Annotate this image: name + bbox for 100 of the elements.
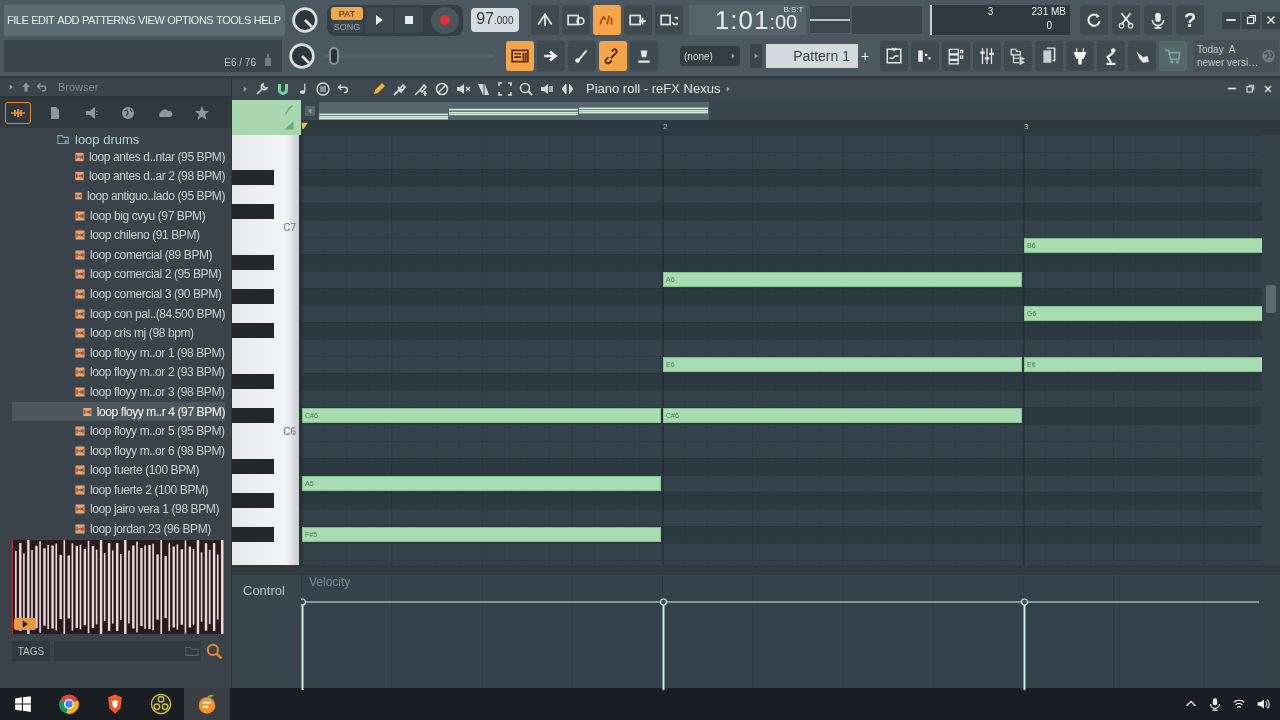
menu-icon[interactable] <box>315 80 331 97</box>
master-pitch-slider[interactable] <box>324 47 494 65</box>
waveform-tab[interactable] <box>5 102 31 124</box>
undo-history-button[interactable] <box>1080 5 1108 35</box>
scissors-button[interactable] <box>1112 5 1140 35</box>
link-button[interactable] <box>599 41 627 71</box>
browser-item[interactable]: loop comercial 3 (90 BPM) <box>12 284 225 304</box>
sharp-key[interactable] <box>232 203 274 219</box>
folder-name[interactable]: loop drums <box>75 132 140 147</box>
volume-knob[interactable] <box>291 6 319 34</box>
arrow-button[interactable] <box>537 41 565 71</box>
playlist-button[interactable] <box>880 41 908 71</box>
sharp-key[interactable] <box>232 288 274 304</box>
caret-icon[interactable] <box>305 105 315 116</box>
browser-item[interactable]: loop comercial (89 BPM) <box>12 244 225 265</box>
plugin-button[interactable] <box>1066 41 1094 71</box>
sharp-key[interactable] <box>232 373 274 389</box>
stop-button[interactable] <box>394 6 423 34</box>
browser-item[interactable]: loop floyy m..or 1 (98 BPM) <box>12 342 225 363</box>
piano-keyboard[interactable]: C7 C6 <box>232 134 301 565</box>
menu-item[interactable]: ADD <box>57 14 80 26</box>
browser-item[interactable]: loop jairo vera 1 (98 BPM) <box>12 499 225 520</box>
tags-button[interactable]: TAGS <box>12 641 50 661</box>
mode-toggle[interactable]: SONG <box>330 20 363 33</box>
browser-item[interactable]: loop floyy m..or 3 (98 BPM) <box>12 382 225 402</box>
pitch-knob[interactable] <box>288 42 316 70</box>
mode-toggle[interactable]: PAT <box>330 7 363 20</box>
piano-roll-button[interactable] <box>911 41 939 71</box>
close-button[interactable] <box>1262 11 1280 29</box>
sharp-key[interactable] <box>232 526 274 542</box>
menu-item[interactable]: FILE <box>7 14 29 26</box>
tempo-display[interactable]: 97.000 <box>470 8 519 32</box>
play-button[interactable] <box>364 6 393 34</box>
metronome-button[interactable] <box>530 5 559 35</box>
browser-item[interactable]: loop big cvyu (97 BPM) <box>12 205 225 226</box>
speaker-icon[interactable] <box>1256 697 1270 711</box>
scroll-thumb[interactable] <box>1266 284 1276 313</box>
browser-item[interactable]: loop chileno (91 BPM) <box>12 225 225 245</box>
wrench-icon[interactable] <box>254 80 270 97</box>
sharp-key[interactable] <box>232 169 274 185</box>
mixer-button[interactable] <box>973 41 1001 71</box>
preview-play-button[interactable] <box>14 618 36 630</box>
browser-item[interactable]: loop cris mj (98 bpm) <box>12 323 225 343</box>
news-panel[interactable]: Today A newer versi… <box>1193 40 1279 72</box>
note-button[interactable] <box>568 41 596 71</box>
loop-record-button[interactable] <box>654 5 683 35</box>
browser-item[interactable]: loop fuerte (100 BPM) <box>12 460 225 481</box>
back-arrow-icon[interactable] <box>36 81 48 93</box>
sharp-key[interactable] <box>232 322 274 338</box>
browser-item[interactable]: loop antiguo..lado (95 BPM) <box>12 186 225 206</box>
menu-item[interactable]: HELP <box>253 14 281 26</box>
sharp-key[interactable] <box>232 458 274 474</box>
wait-button[interactable] <box>561 5 590 35</box>
up-arrow-icon[interactable] <box>20 81 32 93</box>
zoom-icon[interactable] <box>518 80 534 97</box>
stamp-button[interactable] <box>630 41 658 71</box>
sharp-key[interactable] <box>232 407 274 423</box>
menu-item[interactable]: TOOLS <box>216 14 251 26</box>
select-icon[interactable] <box>497 80 513 97</box>
delete-icon[interactable] <box>434 80 450 97</box>
browser-item[interactable]: loop floyy m..or 2 (93 BPM) <box>12 362 225 383</box>
pencil-icon[interactable] <box>371 80 387 97</box>
restore-button[interactable] <box>1242 11 1260 29</box>
scrollbar-track[interactable] <box>1262 574 1280 688</box>
control-label[interactable]: Control <box>243 582 285 598</box>
browser-item[interactable]: loop fuerte 2 (100 BPM) <box>12 480 225 500</box>
browser-item[interactable]: loop floyy m..or 6 (98 BPM) <box>12 440 225 461</box>
tags-field[interactable] <box>54 641 201 661</box>
browser-item[interactable]: loop antes d..ar 2 (98 BPM) <box>12 166 225 187</box>
countdown-button[interactable] <box>592 5 621 35</box>
browser-item[interactable]: loop floyy m..or 5 (95 BPM) <box>12 421 225 441</box>
search-icon[interactable] <box>205 642 223 660</box>
channel-rack-button[interactable] <box>942 41 970 71</box>
menu-item[interactable]: EDIT <box>31 14 55 26</box>
performer-button[interactable] <box>1097 41 1125 71</box>
step-edit-button[interactable] <box>623 5 652 35</box>
microphone-icon[interactable] <box>1208 697 1222 711</box>
menu-item[interactable]: VIEW <box>138 14 165 26</box>
browser-button[interactable] <box>1004 41 1032 71</box>
browser-item[interactable]: loop jordan 23 (96 BPM) <box>12 519 225 536</box>
menu-item[interactable]: PATTERNS <box>82 14 136 26</box>
taskbar-app[interactable] <box>184 688 230 720</box>
snap-dropdown[interactable]: (none) <box>680 46 740 66</box>
microphone-button[interactable] <box>1144 5 1172 35</box>
sharp-key[interactable] <box>232 254 274 270</box>
touch-button[interactable] <box>1128 41 1156 71</box>
browser-item[interactable]: loop comercial 2 (95 BPM) <box>12 264 225 285</box>
slider-thumb[interactable] <box>329 47 340 65</box>
browser-item[interactable]: loop floyy m..r 4 (97 BPM) <box>12 401 225 422</box>
menu-item[interactable]: OPTIONS <box>167 14 214 26</box>
minimize-button[interactable] <box>1222 11 1240 29</box>
wifi-icon[interactable] <box>1232 697 1246 711</box>
typing-keyboard-button[interactable] <box>506 41 534 71</box>
help-button[interactable]: ? <box>1176 5 1204 35</box>
browser-item[interactable]: loop con pal..(84.500 BPM) <box>12 303 225 324</box>
sharp-key[interactable] <box>232 492 274 508</box>
browser-item[interactable]: loop antes d..ntar (95 BPM) <box>12 147 225 167</box>
project-button[interactable] <box>1035 41 1063 71</box>
vertical-scrollbar[interactable] <box>1262 134 1280 565</box>
pattern-selector[interactable]: Pattern 1 <box>766 44 858 68</box>
